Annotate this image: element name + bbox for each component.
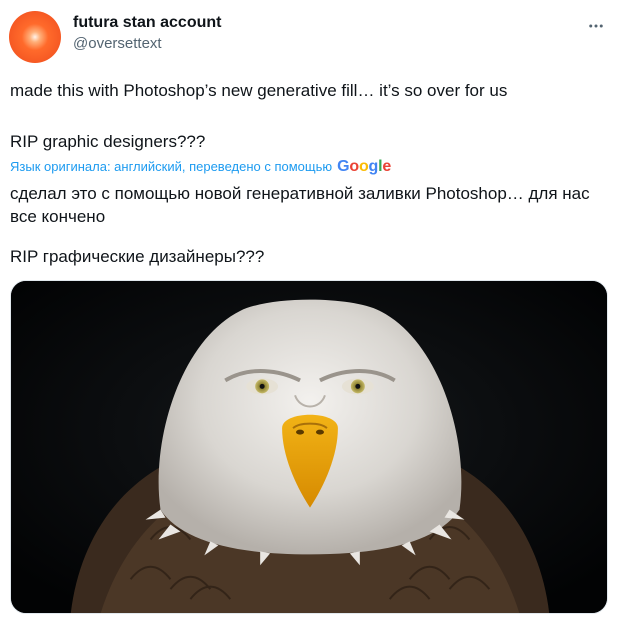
tweet-translated-text-line2: RIP графические дизайнеры??? [10, 247, 265, 266]
more-horizontal-icon [589, 24, 603, 28]
author-display-name[interactable]: futura stan account [73, 13, 221, 33]
tweet-media-image[interactable] [10, 280, 608, 614]
avatar[interactable] [9, 11, 61, 63]
author-handle[interactable]: @oversettext [73, 34, 221, 54]
translation-notice[interactable]: Язык оригинала: английский, переведено с… [10, 158, 391, 176]
eagle-photo [11, 281, 607, 613]
author-names: futura stan account @oversettext [73, 13, 221, 54]
more-options-button[interactable] [585, 15, 607, 37]
translation-note-text: Язык оригинала: английский, переведено с… [10, 159, 333, 174]
tweet-original-text-line1: made this with Photoshop’s new generativ… [10, 81, 508, 100]
tweet-original-text-line2: RIP graphic designers??? [10, 132, 206, 151]
tweet-header: futura stan account @oversettext [9, 9, 611, 65]
google-logo: Google [337, 158, 392, 175]
tweet-translated-text-line1: сделал это с помощью новой генеративной … [10, 184, 590, 226]
